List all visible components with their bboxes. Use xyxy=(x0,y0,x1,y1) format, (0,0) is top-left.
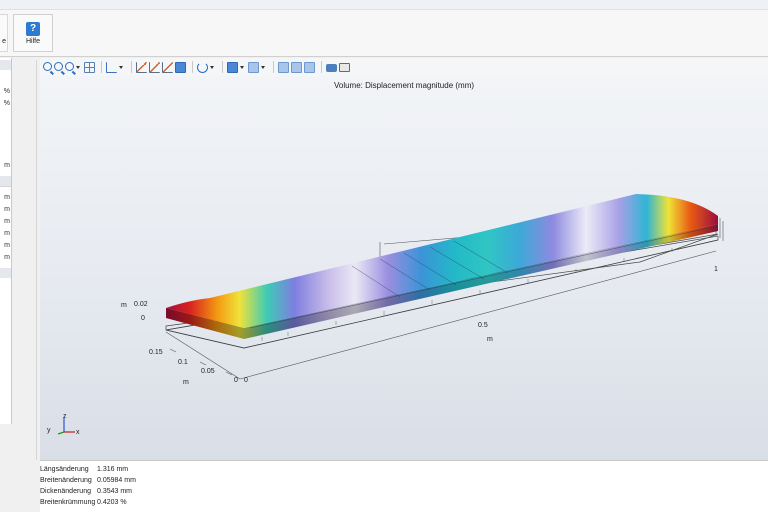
chevron-down-icon[interactable] xyxy=(240,62,245,73)
zoom-box-icon[interactable] xyxy=(65,62,74,71)
settings-value-unit: m xyxy=(4,230,10,237)
toolbar-separator xyxy=(192,61,193,73)
print-icon[interactable] xyxy=(339,62,350,72)
result-label: Längsänderung xyxy=(40,466,89,473)
result-value: 0.05984 mm xyxy=(97,477,136,484)
ribbon-button-partial[interactable]: e xyxy=(0,14,8,52)
zoom-in-icon[interactable] xyxy=(43,62,52,71)
toolbar-separator xyxy=(273,61,274,73)
z-axis-tick-label: 0.02 xyxy=(134,301,148,308)
settings-value-unit: m xyxy=(4,194,10,201)
settings-value-unit: % xyxy=(3,88,10,95)
scene-light-icon[interactable] xyxy=(248,61,259,73)
zoom-extents-icon[interactable] xyxy=(84,61,95,73)
triad-x-label: x xyxy=(76,429,80,436)
help-icon: ? xyxy=(26,22,40,36)
result-label: Breitenänderung xyxy=(40,477,92,484)
graphics-window[interactable]: Volume: Displacement magnitude (mm) m 0.… xyxy=(40,76,768,460)
left-panel-footer xyxy=(0,424,12,512)
plot-icon[interactable] xyxy=(149,61,160,73)
x-axis-tick-label: 0 xyxy=(244,377,248,384)
divider xyxy=(0,186,11,187)
x-axis-tick-label: 0.5 xyxy=(478,322,488,329)
plot-icon[interactable] xyxy=(162,61,173,73)
z-axis-unit-label: m xyxy=(121,302,127,309)
ribbon-toolbar: e ? Hilfe xyxy=(0,0,768,57)
chevron-down-icon[interactable] xyxy=(210,62,215,73)
view-icon[interactable] xyxy=(227,61,238,73)
chevron-down-icon[interactable] xyxy=(261,62,266,73)
results-table: Längsänderung 1.316 mm Breitenänderung 0… xyxy=(40,460,768,512)
toolbar-separator xyxy=(131,61,132,73)
rotate-icon[interactable] xyxy=(197,61,208,73)
grid-toggle-icon[interactable] xyxy=(175,61,186,73)
axes-orientation-icon[interactable] xyxy=(106,61,117,73)
chevron-down-icon[interactable] xyxy=(76,62,81,73)
triad-z-label: z xyxy=(63,413,67,420)
render-icon[interactable] xyxy=(304,61,315,73)
plot-icon[interactable] xyxy=(136,61,147,73)
settings-value-unit: m xyxy=(4,218,10,225)
graphics-toolbar xyxy=(40,58,768,76)
panel-header xyxy=(0,60,11,70)
result-value: 1.316 mm xyxy=(97,466,129,473)
help-button[interactable]: ? Hilfe xyxy=(13,14,53,52)
y-axis-tick-label: 0.1 xyxy=(178,359,188,366)
triad-y-label: y xyxy=(47,427,51,434)
settings-value-unit: m xyxy=(4,206,10,213)
panel-section-header xyxy=(0,268,11,278)
toolbar-separator xyxy=(321,61,322,73)
chevron-down-icon[interactable] xyxy=(119,62,124,73)
settings-value-unit: m xyxy=(4,242,10,249)
camera-icon[interactable] xyxy=(326,64,337,72)
z-axis-tick-label: 0 xyxy=(141,315,145,322)
axes-triad-icon xyxy=(57,418,75,435)
zoom-out-icon[interactable] xyxy=(54,62,63,71)
result-value: 0.3543 mm xyxy=(97,488,133,495)
panel-section-header xyxy=(0,176,11,186)
toolbar-separator xyxy=(101,61,102,73)
settings-value-unit: m xyxy=(4,162,10,169)
result-value: 0.4203 % xyxy=(97,499,127,506)
help-button-label: Hilfe xyxy=(25,38,40,45)
settings-panel: % % m m m m m m m xyxy=(0,58,12,424)
y-axis-tick-label: 0 xyxy=(234,377,238,384)
y-axis-unit-label: m xyxy=(183,379,189,386)
y-axis-tick-label: 0.15 xyxy=(149,349,163,356)
3d-plot[interactable] xyxy=(40,76,768,460)
wireframe-icon[interactable] xyxy=(278,61,289,73)
settings-value-unit: % xyxy=(3,100,10,107)
ribbon-tab-strip xyxy=(0,0,768,10)
ribbon-button-partial-label: e xyxy=(2,38,6,45)
splitter[interactable] xyxy=(36,60,37,460)
settings-value-unit: m xyxy=(4,254,10,261)
x-axis-unit-label: m xyxy=(487,336,493,343)
result-label: Dickenänderung xyxy=(40,488,91,495)
result-label: Breitenkrümmung xyxy=(40,499,96,506)
toolbar-separator xyxy=(222,61,223,73)
x-axis-tick-label: 1 xyxy=(714,266,718,273)
slab-top-surface xyxy=(166,194,718,328)
render-icon[interactable] xyxy=(291,61,302,73)
y-axis-tick-label: 0.05 xyxy=(201,368,215,375)
